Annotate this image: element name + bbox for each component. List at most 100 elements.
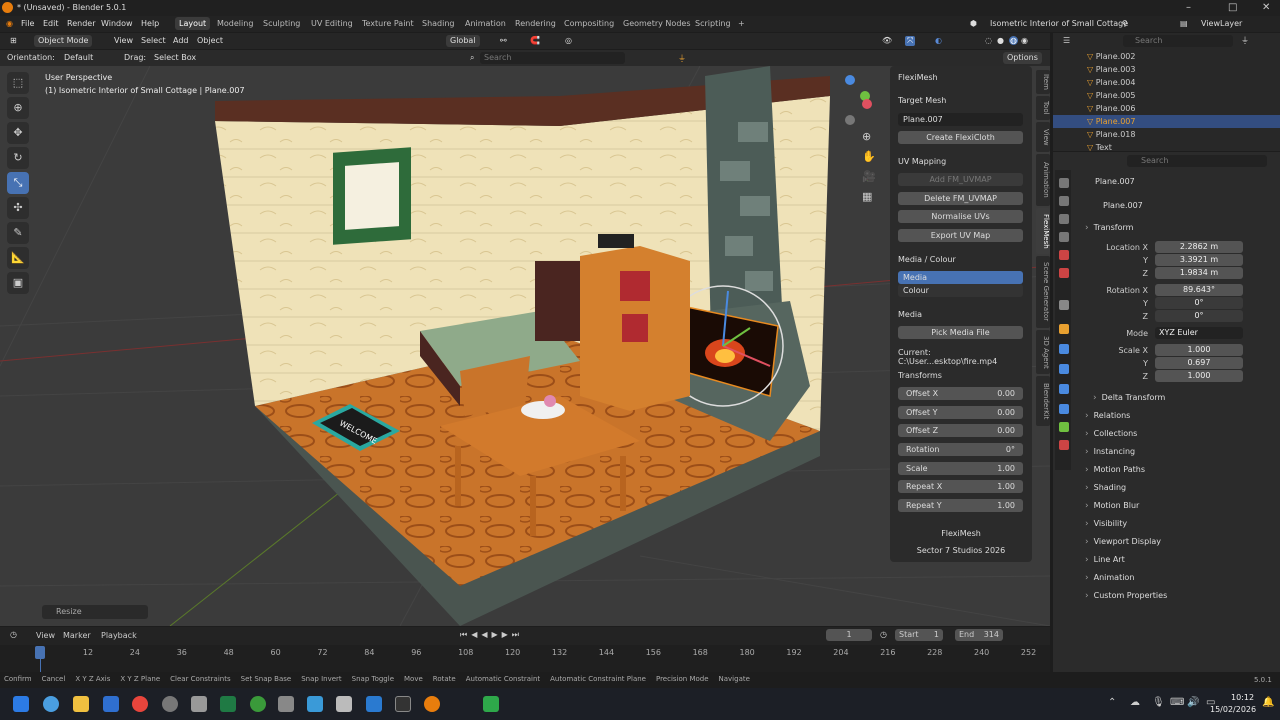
rotation-field[interactable]: Rotation 0°	[898, 443, 1023, 456]
custom-properties-section[interactable]: Custom Properties	[1085, 591, 1168, 601]
outliner-row[interactable]: ▽ Plane.003	[1053, 63, 1280, 76]
data-props-icon[interactable]	[1059, 422, 1069, 432]
repeat-y-field[interactable]: Repeat Y 1.00	[898, 499, 1023, 512]
outliner-row[interactable]: ▽ Plane.002	[1053, 50, 1280, 63]
menu-select[interactable]: Select	[141, 36, 166, 45]
rotate-tool-icon[interactable]: ↻	[7, 147, 29, 169]
tab-animation[interactable]: Animation	[465, 19, 506, 28]
scale-y-field[interactable]: 0.697	[1155, 357, 1243, 369]
offset-z-field[interactable]: Offset Z 0.00	[898, 424, 1023, 437]
tab-animation[interactable]: Animation	[1036, 154, 1050, 206]
rotation-z-field[interactable]: 0°	[1155, 310, 1243, 322]
physics-props-icon[interactable]	[1059, 384, 1069, 394]
object-data-name[interactable]: Plane.007	[1103, 201, 1143, 210]
chrome-icon[interactable]	[132, 696, 148, 712]
constraints-props-icon[interactable]	[1059, 404, 1069, 414]
particles-props-icon[interactable]	[1059, 364, 1069, 374]
delete-uvmap-button[interactable]: Delete FM_UVMAP	[898, 192, 1023, 205]
zoom-icon[interactable]: ⊕	[862, 130, 871, 143]
offset-x-field[interactable]: Offset X 0.00	[898, 387, 1023, 400]
menu-object[interactable]: Object	[197, 36, 223, 45]
add-workspace-icon[interactable]: +	[738, 19, 745, 28]
annotate-tool-icon[interactable]: ✎	[7, 222, 29, 244]
properties-search[interactable]: Search	[1127, 155, 1267, 167]
add-cube-tool-icon[interactable]: ▣	[7, 272, 29, 294]
menu-view[interactable]: View	[114, 36, 133, 45]
menu-render[interactable]: Render	[67, 19, 95, 28]
menu-help[interactable]: Help	[141, 19, 159, 28]
clock-date[interactable]: 15/02/2026	[1210, 705, 1256, 714]
preview-range-icon[interactable]: ◷	[880, 630, 887, 639]
network-icon[interactable]: ⌨	[1170, 697, 1184, 708]
export-uvmap-button[interactable]: Export UV Map	[898, 229, 1023, 242]
add-uvmap-button[interactable]: Add FM_UVMAP	[898, 173, 1023, 186]
ortho-toggle-icon[interactable]: ▦	[862, 190, 872, 203]
copilot-icon[interactable]	[43, 696, 59, 712]
tab-3d-agent[interactable]: 3D Agent	[1036, 330, 1050, 374]
menu-file[interactable]: File	[21, 19, 34, 28]
start-frame-field[interactable]: Start 1	[895, 629, 943, 641]
transform-tool-icon[interactable]: ✣	[7, 197, 29, 219]
outliner-row-selected[interactable]: ▽ Plane.007	[1053, 115, 1280, 128]
tab-scene-generator[interactable]: Scene Generator	[1036, 256, 1050, 328]
app-icon[interactable]	[191, 696, 207, 712]
blender-taskbar-icon[interactable]	[424, 696, 440, 712]
terminal-icon[interactable]	[395, 696, 411, 712]
shading-rendered-icon[interactable]: ◉	[1021, 36, 1028, 45]
camera-view-icon[interactable]: 🎥	[862, 170, 876, 183]
offset-y-field[interactable]: Offset Y 0.00	[898, 406, 1023, 419]
pivot-icon[interactable]: ⚯	[500, 36, 507, 45]
filter-icon[interactable]: ⏚	[1241, 35, 1249, 46]
shading-solid-icon[interactable]: ●	[997, 36, 1004, 45]
timeline-ruler[interactable]: 1122436486072849610812013214415616818019…	[0, 645, 1050, 672]
playback-controls[interactable]: ⏮◀◀▶▶⏭	[460, 630, 523, 640]
tab-modeling[interactable]: Modeling	[217, 19, 253, 28]
tab-scripting[interactable]: Scripting	[695, 19, 731, 28]
scale-tool-icon[interactable]: ⤡	[7, 172, 29, 194]
scene-name[interactable]: Isometric Interior of Small Cottage	[990, 19, 1128, 28]
outliner-row[interactable]: ▽ Plane.004	[1053, 76, 1280, 89]
output-props-icon[interactable]	[1059, 214, 1069, 224]
timeline-view-menu[interactable]: View	[36, 631, 55, 640]
proportional-edit-icon[interactable]: ◎	[565, 36, 572, 45]
tab-shading[interactable]: Shading	[422, 19, 455, 28]
menu-edit[interactable]: Edit	[43, 19, 59, 28]
snip-icon[interactable]	[336, 696, 352, 712]
search-input[interactable]: Search	[480, 52, 625, 64]
tab-sculpting[interactable]: Sculpting	[263, 19, 300, 28]
xbox-icon[interactable]	[250, 696, 266, 712]
scale-x-field[interactable]: 1.000	[1155, 344, 1243, 356]
end-frame-field[interactable]: End 314	[955, 629, 1003, 641]
media-option[interactable]: Media	[898, 271, 1023, 284]
repeat-x-field[interactable]: Repeat X 1.00	[898, 480, 1023, 493]
maximize-icon[interactable]: □	[1228, 2, 1237, 13]
collections-section[interactable]: Collections	[1085, 429, 1138, 439]
pin-icon[interactable]: ⚲	[1122, 19, 1128, 28]
object-props-icon[interactable]	[1059, 324, 1069, 334]
windows-start-icon[interactable]	[13, 696, 29, 712]
motion-paths-section[interactable]: Motion Paths	[1085, 465, 1145, 475]
location-z-field[interactable]: 1.9834 m	[1155, 267, 1243, 279]
options-dropdown[interactable]: Options	[1003, 52, 1042, 64]
measure-tool-icon[interactable]: 📐	[7, 247, 29, 269]
snap-icon[interactable]: 🧲	[530, 36, 540, 45]
file-explorer-icon[interactable]	[73, 696, 89, 712]
notes-icon[interactable]	[278, 696, 294, 712]
delta-transform-section[interactable]: Delta Transform	[1093, 393, 1166, 403]
editor-type-icon[interactable]: ⊞	[10, 36, 17, 45]
tab-geometry-nodes[interactable]: Geometry Nodes	[623, 19, 690, 28]
line-art-section[interactable]: Line Art	[1085, 555, 1125, 565]
pan-icon[interactable]: ✋	[862, 150, 876, 163]
animation-section[interactable]: Animation	[1085, 573, 1135, 583]
cursor-tool-icon[interactable]: ⊕	[7, 97, 29, 119]
minimize-icon[interactable]: –	[1186, 2, 1191, 13]
timeline-editor-icon[interactable]: ◷	[10, 630, 17, 639]
menu-add[interactable]: Add	[173, 36, 189, 45]
notification-icon[interactable]: 🔔	[1262, 697, 1274, 708]
volume-icon[interactable]: 🔊	[1187, 697, 1199, 708]
blender-menu-icon[interactable]: ◉	[6, 19, 13, 28]
transform-section[interactable]: Transform	[1085, 223, 1134, 233]
mode-dropdown[interactable]: Object Mode	[34, 35, 93, 47]
tab-view[interactable]: View	[1036, 122, 1050, 152]
visibility-section[interactable]: Visibility	[1085, 519, 1128, 529]
